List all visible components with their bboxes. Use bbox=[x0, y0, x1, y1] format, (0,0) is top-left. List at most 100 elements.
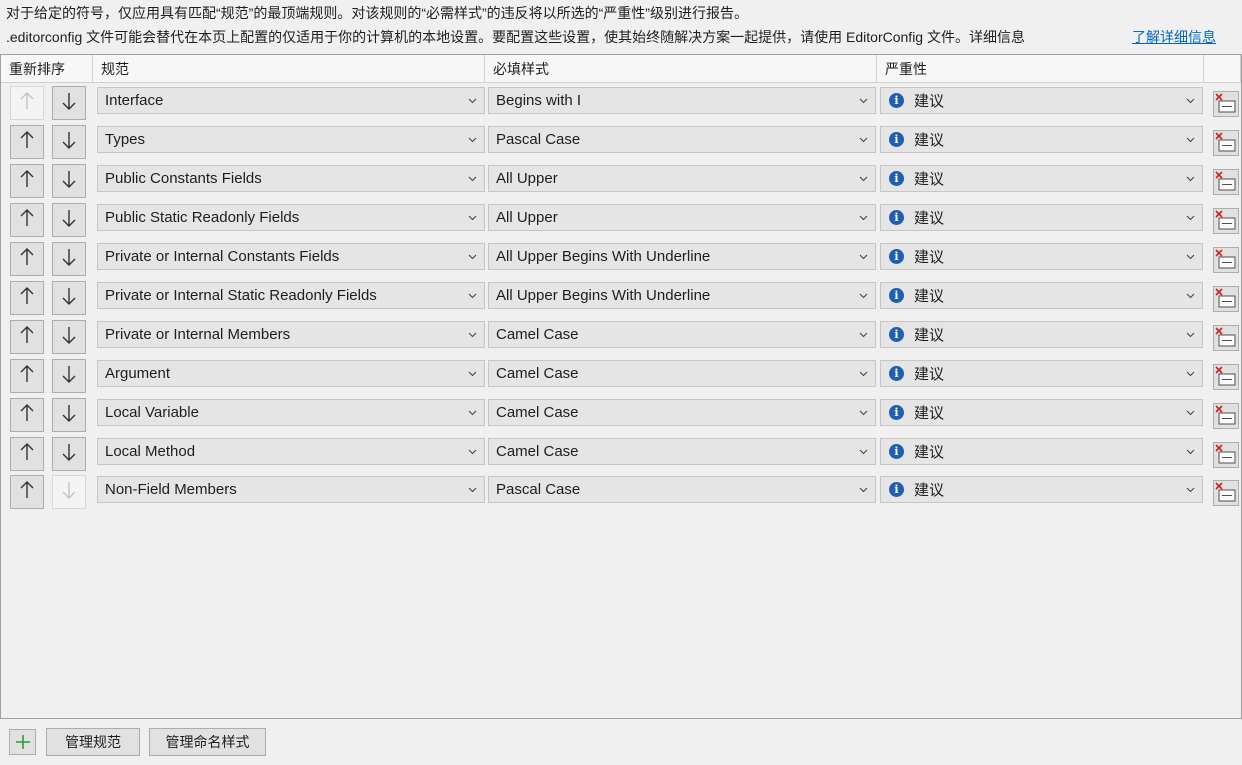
move-down-button[interactable] bbox=[52, 359, 86, 393]
move-up-button[interactable] bbox=[10, 125, 44, 159]
required-style-dropdown[interactable]: Camel Case bbox=[488, 399, 876, 426]
move-up-button[interactable] bbox=[10, 242, 44, 276]
required-style-dropdown[interactable]: All Upper Begins With Underline bbox=[488, 282, 876, 309]
chevron-down-icon bbox=[468, 449, 477, 455]
info-icon: i bbox=[889, 171, 904, 186]
arrow-down-icon bbox=[61, 91, 77, 115]
move-up-button[interactable] bbox=[10, 86, 44, 120]
move-up-button[interactable] bbox=[10, 320, 44, 354]
severity-dropdown[interactable]: i 建议 bbox=[880, 476, 1203, 503]
learn-more-link[interactable]: 了解详细信息 bbox=[1132, 27, 1216, 47]
required-style-dropdown[interactable]: All Upper bbox=[488, 204, 876, 231]
arrow-up-icon bbox=[19, 403, 35, 427]
chevron-down-icon bbox=[859, 254, 868, 260]
delete-row-icon bbox=[1215, 249, 1236, 269]
severity-dropdown[interactable]: i 建议 bbox=[880, 165, 1203, 192]
delete-rule-button[interactable] bbox=[1213, 364, 1239, 390]
chevron-down-icon bbox=[859, 410, 868, 416]
move-up-button[interactable] bbox=[10, 359, 44, 393]
arrow-up-icon bbox=[19, 208, 35, 232]
severity-dropdown[interactable]: i 建议 bbox=[880, 126, 1203, 153]
severity-value: 建议 bbox=[914, 444, 945, 461]
manage-specifications-button[interactable]: 管理规范 bbox=[46, 728, 140, 756]
info-icon: i bbox=[889, 210, 904, 225]
severity-dropdown[interactable]: i 建议 bbox=[880, 282, 1203, 309]
severity-dropdown[interactable]: i 建议 bbox=[880, 360, 1203, 387]
severity-dropdown[interactable]: i 建议 bbox=[880, 321, 1203, 348]
delete-rule-button[interactable] bbox=[1213, 169, 1239, 195]
arrow-up-icon bbox=[19, 286, 35, 310]
delete-row-icon bbox=[1215, 444, 1236, 464]
required-style-dropdown[interactable]: Camel Case bbox=[488, 360, 876, 387]
delete-row-icon bbox=[1215, 366, 1236, 386]
move-up-button[interactable] bbox=[10, 203, 44, 237]
move-down-button[interactable] bbox=[52, 164, 86, 198]
specification-dropdown[interactable]: Argument bbox=[97, 360, 485, 387]
specification-dropdown[interactable]: Types bbox=[97, 126, 485, 153]
move-down-button[interactable] bbox=[52, 320, 86, 354]
plus-icon bbox=[15, 735, 30, 749]
required-style-dropdown[interactable]: Pascal Case bbox=[488, 476, 876, 503]
add-rule-button[interactable] bbox=[9, 729, 36, 755]
arrow-up-icon bbox=[19, 364, 35, 388]
delete-rule-button[interactable] bbox=[1213, 325, 1239, 351]
arrow-up-icon bbox=[19, 325, 35, 349]
specification-dropdown[interactable]: Non-Field Members bbox=[97, 476, 485, 503]
delete-rule-button[interactable] bbox=[1213, 130, 1239, 156]
arrow-down-icon bbox=[61, 169, 77, 193]
chevron-down-icon bbox=[468, 487, 477, 493]
specification-value: Private or Internal Static Readonly Fiel… bbox=[105, 287, 377, 304]
chevron-down-icon bbox=[859, 449, 868, 455]
specification-dropdown[interactable]: Local Variable bbox=[97, 399, 485, 426]
delete-rule-button[interactable] bbox=[1213, 247, 1239, 273]
required-style-dropdown[interactable]: Camel Case bbox=[488, 438, 876, 465]
delete-row-icon bbox=[1215, 482, 1236, 502]
manage-naming-styles-button[interactable]: 管理命名样式 bbox=[149, 728, 266, 756]
required-style-dropdown[interactable]: Pascal Case bbox=[488, 126, 876, 153]
move-down-button[interactable] bbox=[52, 437, 86, 471]
description-line-2: .editorconfig 文件可能会替代在本页上配置的仅适用于你的计算机的本地… bbox=[6, 29, 1025, 45]
specification-dropdown[interactable]: Public Constants Fields bbox=[97, 165, 485, 192]
delete-rule-button[interactable] bbox=[1213, 442, 1239, 468]
severity-dropdown[interactable]: i 建议 bbox=[880, 243, 1203, 270]
move-down-button[interactable] bbox=[52, 125, 86, 159]
arrow-down-icon bbox=[61, 130, 77, 154]
severity-value: 建议 bbox=[914, 249, 945, 266]
severity-dropdown[interactable]: i 建议 bbox=[880, 87, 1203, 114]
specification-dropdown[interactable]: Interface bbox=[97, 87, 485, 114]
move-up-button[interactable] bbox=[10, 281, 44, 315]
move-down-button[interactable] bbox=[52, 475, 86, 509]
specification-dropdown[interactable]: Private or Internal Constants Fields bbox=[97, 243, 485, 270]
move-down-button[interactable] bbox=[52, 398, 86, 432]
move-down-button[interactable] bbox=[52, 203, 86, 237]
required-style-dropdown[interactable]: All Upper bbox=[488, 165, 876, 192]
delete-rule-button[interactable] bbox=[1213, 208, 1239, 234]
chevron-down-icon bbox=[1186, 449, 1195, 455]
specification-dropdown[interactable]: Private or Internal Members bbox=[97, 321, 485, 348]
move-up-button[interactable] bbox=[10, 475, 44, 509]
delete-rule-button[interactable] bbox=[1213, 91, 1239, 117]
severity-dropdown[interactable]: i 建议 bbox=[880, 399, 1203, 426]
move-up-button[interactable] bbox=[10, 437, 44, 471]
delete-rule-button[interactable] bbox=[1213, 480, 1239, 506]
delete-rule-button[interactable] bbox=[1213, 403, 1239, 429]
move-up-button[interactable] bbox=[10, 164, 44, 198]
move-down-button[interactable] bbox=[52, 86, 86, 120]
required-style-dropdown[interactable]: Begins with I bbox=[488, 87, 876, 114]
required-style-dropdown[interactable]: All Upper Begins With Underline bbox=[488, 243, 876, 270]
move-up-button[interactable] bbox=[10, 398, 44, 432]
specification-dropdown[interactable]: Public Static Readonly Fields bbox=[97, 204, 485, 231]
specification-dropdown[interactable]: Local Method bbox=[97, 438, 485, 465]
move-down-button[interactable] bbox=[52, 242, 86, 276]
severity-dropdown[interactable]: i 建议 bbox=[880, 438, 1203, 465]
specification-dropdown[interactable]: Private or Internal Static Readonly Fiel… bbox=[97, 282, 485, 309]
delete-rule-button[interactable] bbox=[1213, 286, 1239, 312]
severity-dropdown[interactable]: i 建议 bbox=[880, 204, 1203, 231]
required-style-value: Pascal Case bbox=[496, 481, 581, 498]
specification-value: Argument bbox=[105, 365, 171, 382]
delete-row-icon bbox=[1215, 327, 1236, 347]
required-style-dropdown[interactable]: Camel Case bbox=[488, 321, 876, 348]
chevron-down-icon bbox=[1186, 410, 1195, 416]
move-down-button[interactable] bbox=[52, 281, 86, 315]
delete-row-icon bbox=[1215, 93, 1236, 113]
